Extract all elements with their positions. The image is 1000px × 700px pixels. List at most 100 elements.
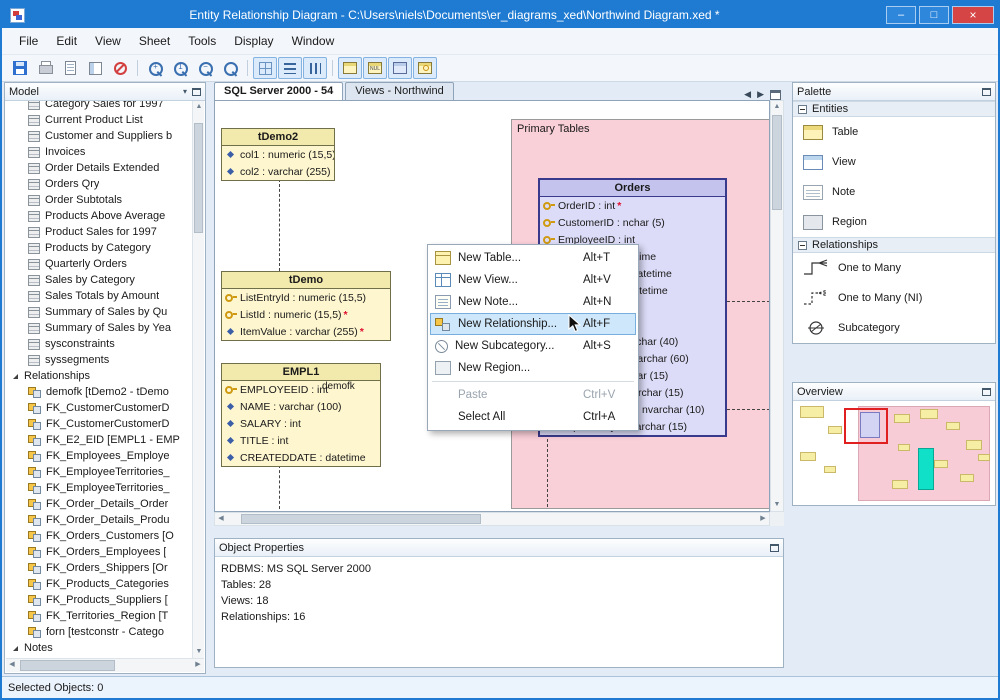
relationship-line[interactable] (279, 465, 280, 509)
relationship-line[interactable] (279, 179, 280, 271)
print-button[interactable] (33, 57, 57, 79)
scrollbar-thumb[interactable] (241, 514, 481, 524)
table-column-row[interactable]: ItemValue : varchar (255) * (222, 323, 390, 340)
palette-item-note[interactable]: Note (793, 177, 995, 207)
tree-item-view[interactable]: Summary of Sales by Yea (6, 320, 192, 336)
float-panel-icon[interactable] (770, 543, 779, 552)
table-tdemo2[interactable]: tDemo2 col1 : numeric (15,5) col2 : varc… (221, 128, 335, 181)
tree-item-view[interactable]: Category Sales for 1997 (6, 101, 192, 112)
tree-item-relationship[interactable]: forn [testconstr - Catego (6, 624, 192, 640)
palette-section-entities[interactable]: Entities (793, 101, 995, 117)
palette-item-table[interactable]: Table (793, 117, 995, 147)
palette-item-region[interactable]: Region (793, 207, 995, 237)
zoom-in-button[interactable] (143, 57, 167, 79)
menu-item[interactable]: Sheet (130, 28, 179, 54)
menu-item[interactable]: Tools (179, 28, 225, 54)
palette-item-one-to-many-ni[interactable]: One to Many (NI) (793, 283, 995, 313)
palette-section-relationships[interactable]: Relationships (793, 237, 995, 253)
menu-new-region[interactable]: New Region... (430, 357, 636, 379)
tree-item-relationship[interactable]: FK_Products_Suppliers [ (6, 592, 192, 608)
chevron-down-icon[interactable]: ▾ (183, 87, 187, 96)
table-column-row[interactable]: ListId : numeric (15,5) * (222, 306, 390, 323)
menu-item[interactable]: View (86, 28, 130, 54)
zoom-fit-button[interactable] (218, 57, 242, 79)
table-title[interactable]: tDemo2 (222, 129, 334, 146)
tree-item-view[interactable]: Current Product List (6, 112, 192, 128)
close-button[interactable]: × (952, 6, 994, 24)
tree-item-view[interactable]: Quarterly Orders (6, 256, 192, 272)
tree-item-view[interactable]: Sales Totals by Amount (6, 288, 192, 304)
expand-arrow-icon[interactable] (13, 373, 18, 379)
prev-sheet-icon[interactable]: ◀ (744, 89, 751, 100)
tree-item-relationship[interactable]: FK_E2_EID [EMPL1 - EMP (6, 432, 192, 448)
scroll-up-icon[interactable]: ▲ (771, 101, 783, 113)
tree-item-view[interactable]: Products by Category (6, 240, 192, 256)
table-column-row[interactable]: col1 : numeric (15,5) (222, 146, 334, 163)
tree-item-view[interactable]: Orders Qry (6, 176, 192, 192)
minimize-button[interactable]: – (886, 6, 916, 24)
menu-select-all[interactable]: Select All Ctrl+A (430, 406, 636, 428)
tree-item-view[interactable]: Products Above Average (6, 208, 192, 224)
menu-new-table[interactable]: New Table... Alt+T (430, 247, 636, 269)
zoom-out-button[interactable] (193, 57, 217, 79)
tree-item-relationship[interactable]: FK_Territories_Region [T (6, 608, 192, 624)
tree-item-view[interactable]: Product Sales for 1997 (6, 224, 192, 240)
table-column-row[interactable]: col2 : varchar (255) (222, 163, 334, 180)
table-column-row[interactable]: SALARY : int (222, 415, 380, 432)
relationship-line[interactable] (547, 434, 548, 507)
print-preview-button[interactable] (58, 57, 82, 79)
abort-button[interactable] (108, 57, 132, 79)
relationship-label-demofk[interactable]: demofk (322, 381, 355, 392)
tree-item-relationship[interactable]: FK_EmployeeTerritories_ (6, 480, 192, 496)
tree-item-relationship[interactable]: FK_Orders_Shippers [Or (6, 560, 192, 576)
tree-horizontal-scrollbar[interactable]: ◀ ▶ (6, 658, 204, 672)
table-title[interactable]: Orders (540, 180, 725, 197)
tree-item-relationship[interactable]: FK_Orders_Employees [ (6, 544, 192, 560)
scroll-left-icon[interactable]: ◀ (215, 513, 227, 525)
page-setup-button[interactable] (83, 57, 107, 79)
relationship-line[interactable] (727, 409, 769, 410)
scroll-left-icon[interactable]: ◀ (6, 659, 18, 671)
float-panel-icon[interactable] (982, 87, 991, 96)
menu-item[interactable]: Display (225, 28, 282, 54)
tree-vertical-scrollbar[interactable]: ▲ ▼ (192, 101, 204, 658)
canvas-vertical-scrollbar[interactable]: ▲ ▼ (770, 100, 784, 512)
toggle-column-lines-button[interactable] (303, 57, 327, 79)
tree-item-view[interactable]: syssegments (6, 352, 192, 368)
canvas-horizontal-scrollbar[interactable]: ◀ ▶ (214, 512, 770, 526)
relationship-line[interactable] (727, 301, 769, 302)
tree-item-relationship[interactable]: FK_Order_Details_Order (6, 496, 192, 512)
tab-views-northwind[interactable]: Views - Northwind (345, 82, 454, 100)
toggle-row-lines-button[interactable] (278, 57, 302, 79)
palette-item-one-to-many[interactable]: One to Many (793, 253, 995, 283)
zoom-actual-button[interactable] (168, 57, 192, 79)
table-title[interactable]: tDemo (222, 272, 390, 289)
scroll-up-icon[interactable]: ▲ (193, 101, 205, 113)
palette-item-subcategory[interactable]: Subcategory (793, 313, 995, 343)
tree-item-view[interactable]: Sales by Category (6, 272, 192, 288)
tree-item-relationship[interactable]: FK_Orders_Customers [O (6, 528, 192, 544)
show-keys-button[interactable] (413, 57, 437, 79)
next-sheet-icon[interactable]: ▶ (757, 89, 764, 100)
tree-item-view[interactable]: Order Details Extended (6, 160, 192, 176)
scroll-down-icon[interactable]: ▼ (771, 499, 783, 511)
tree-item-relationship[interactable]: FK_CustomerCustomerD (6, 416, 192, 432)
scrollbar-thumb[interactable] (20, 660, 115, 671)
tree-item-relationship[interactable]: FK_Order_Details_Produ (6, 512, 192, 528)
tree-item-view[interactable]: Summary of Sales by Qu (6, 304, 192, 320)
tree-item-view[interactable]: sysconstraints (6, 336, 192, 352)
float-panel-icon[interactable] (982, 387, 991, 396)
table-column-row[interactable]: OrderID : int * (540, 197, 725, 214)
tree-node-notes[interactable]: Notes (6, 640, 192, 656)
scroll-right-icon[interactable]: ▶ (192, 659, 204, 671)
table-column-row[interactable]: ListEntryId : numeric (15,5) (222, 289, 390, 306)
viewport-rectangle[interactable] (844, 408, 888, 444)
table-column-row[interactable]: CREATEDDATE : datetime (222, 449, 380, 466)
table-title[interactable]: EMPL1 (222, 364, 380, 381)
menu-item[interactable]: File (10, 28, 47, 54)
show-datatypes-button[interactable] (388, 57, 412, 79)
scrollbar-thumb[interactable] (772, 115, 782, 210)
collapse-icon[interactable] (798, 240, 807, 250)
scroll-right-icon[interactable]: ▶ (757, 513, 769, 525)
menu-item[interactable]: Edit (47, 28, 86, 54)
